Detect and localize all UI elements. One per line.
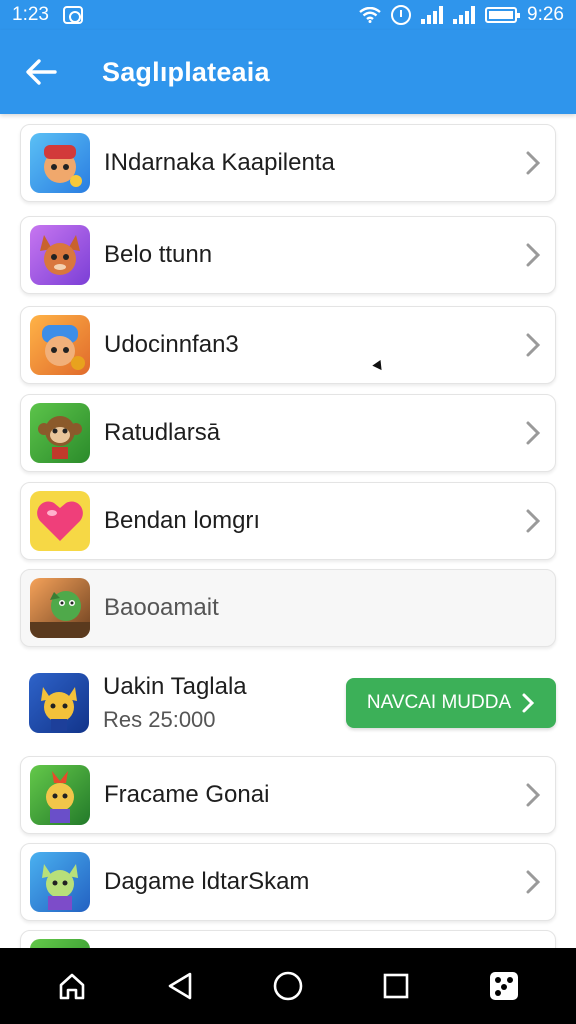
status-bar: 1:23 9:26 <box>0 0 576 30</box>
notification-icon <box>62 6 83 24</box>
game-name: Belo ttunn <box>104 241 213 268</box>
game-name: Baooamait <box>104 594 219 621</box>
wifi-icon <box>359 7 381 23</box>
monkey-character-icon <box>30 403 90 463</box>
buy-button[interactable]: NAVCAI MUDDA <box>346 678 556 728</box>
game-name: INdarnaka Kaapilenta <box>104 149 335 176</box>
back-arrow-icon[interactable] <box>24 55 58 89</box>
game-name: Dagame ldtarSkam <box>104 868 310 895</box>
alarm-icon <box>391 5 412 25</box>
list-item[interactable]: Uakin Taglala Res 25:000 NAVCAI MUDDA <box>20 659 556 747</box>
chevron-right-icon <box>526 421 541 445</box>
game-icon-partial <box>30 939 90 948</box>
dice-icon[interactable] <box>482 964 526 1008</box>
signal-icon <box>421 6 444 24</box>
status-time: 1:23 <box>12 4 49 25</box>
list-item[interactable]: Udocinnfan3 <box>20 306 556 384</box>
list-item[interactable]: Fracame Gonai <box>20 756 556 834</box>
cat-character-icon <box>29 673 89 733</box>
game-name: Uakin Taglala <box>103 673 247 700</box>
chevron-right-icon <box>526 870 541 894</box>
list-item[interactable]: INdarnaka Kaapilenta <box>20 124 556 202</box>
price-label: Res 25:000 <box>103 707 216 732</box>
page-title: Saglıplateaia <box>102 56 270 87</box>
system-nav-bar <box>0 948 576 1024</box>
game-list: INdarnaka Kaapilenta Belo ttunn Udocinnf… <box>0 114 576 948</box>
chevron-right-icon <box>526 783 541 807</box>
list-item[interactable]: Bendan lomgrı <box>20 482 556 560</box>
list-item[interactable]: Dagame ldtarSkam <box>20 843 556 921</box>
heart-icon <box>30 491 90 551</box>
fox-character-icon <box>30 225 90 285</box>
home-icon[interactable] <box>50 964 94 1008</box>
game-name: Ratudlarsā <box>104 419 221 446</box>
cat-warrior-icon <box>30 765 90 825</box>
chevron-right-icon <box>526 333 541 357</box>
buy-button-label: NAVCAI MUDDA <box>366 692 512 713</box>
cat-hero-icon <box>30 852 90 912</box>
battery-icon <box>485 7 521 23</box>
warrior-character-icon <box>30 315 90 375</box>
chevron-right-icon <box>526 243 541 267</box>
home-circle-icon[interactable] <box>266 964 310 1008</box>
game-name: Bendan lomgrı <box>104 507 261 534</box>
game-name: Fracame Gonai <box>104 781 270 808</box>
chevron-right-icon <box>522 693 535 713</box>
chevron-right-icon <box>526 509 541 533</box>
status-clock: 9:26 <box>527 4 564 25</box>
app-bar: Saglıplateaia <box>0 30 576 114</box>
recents-square-icon[interactable] <box>374 964 418 1008</box>
list-item[interactable]: Ratudlarsā <box>20 394 556 472</box>
list-item[interactable]: Baooamait <box>20 569 556 647</box>
hero-boy-icon <box>30 133 90 193</box>
dragon-character-icon <box>30 578 90 638</box>
chevron-right-icon <box>526 151 541 175</box>
list-item[interactable]: Belo ttunn <box>20 216 556 294</box>
back-triangle-icon[interactable] <box>158 964 202 1008</box>
signal-icon-secondary <box>453 6 476 24</box>
list-item-partial[interactable] <box>20 930 556 948</box>
game-name: Udocinnfan3 <box>104 331 239 358</box>
